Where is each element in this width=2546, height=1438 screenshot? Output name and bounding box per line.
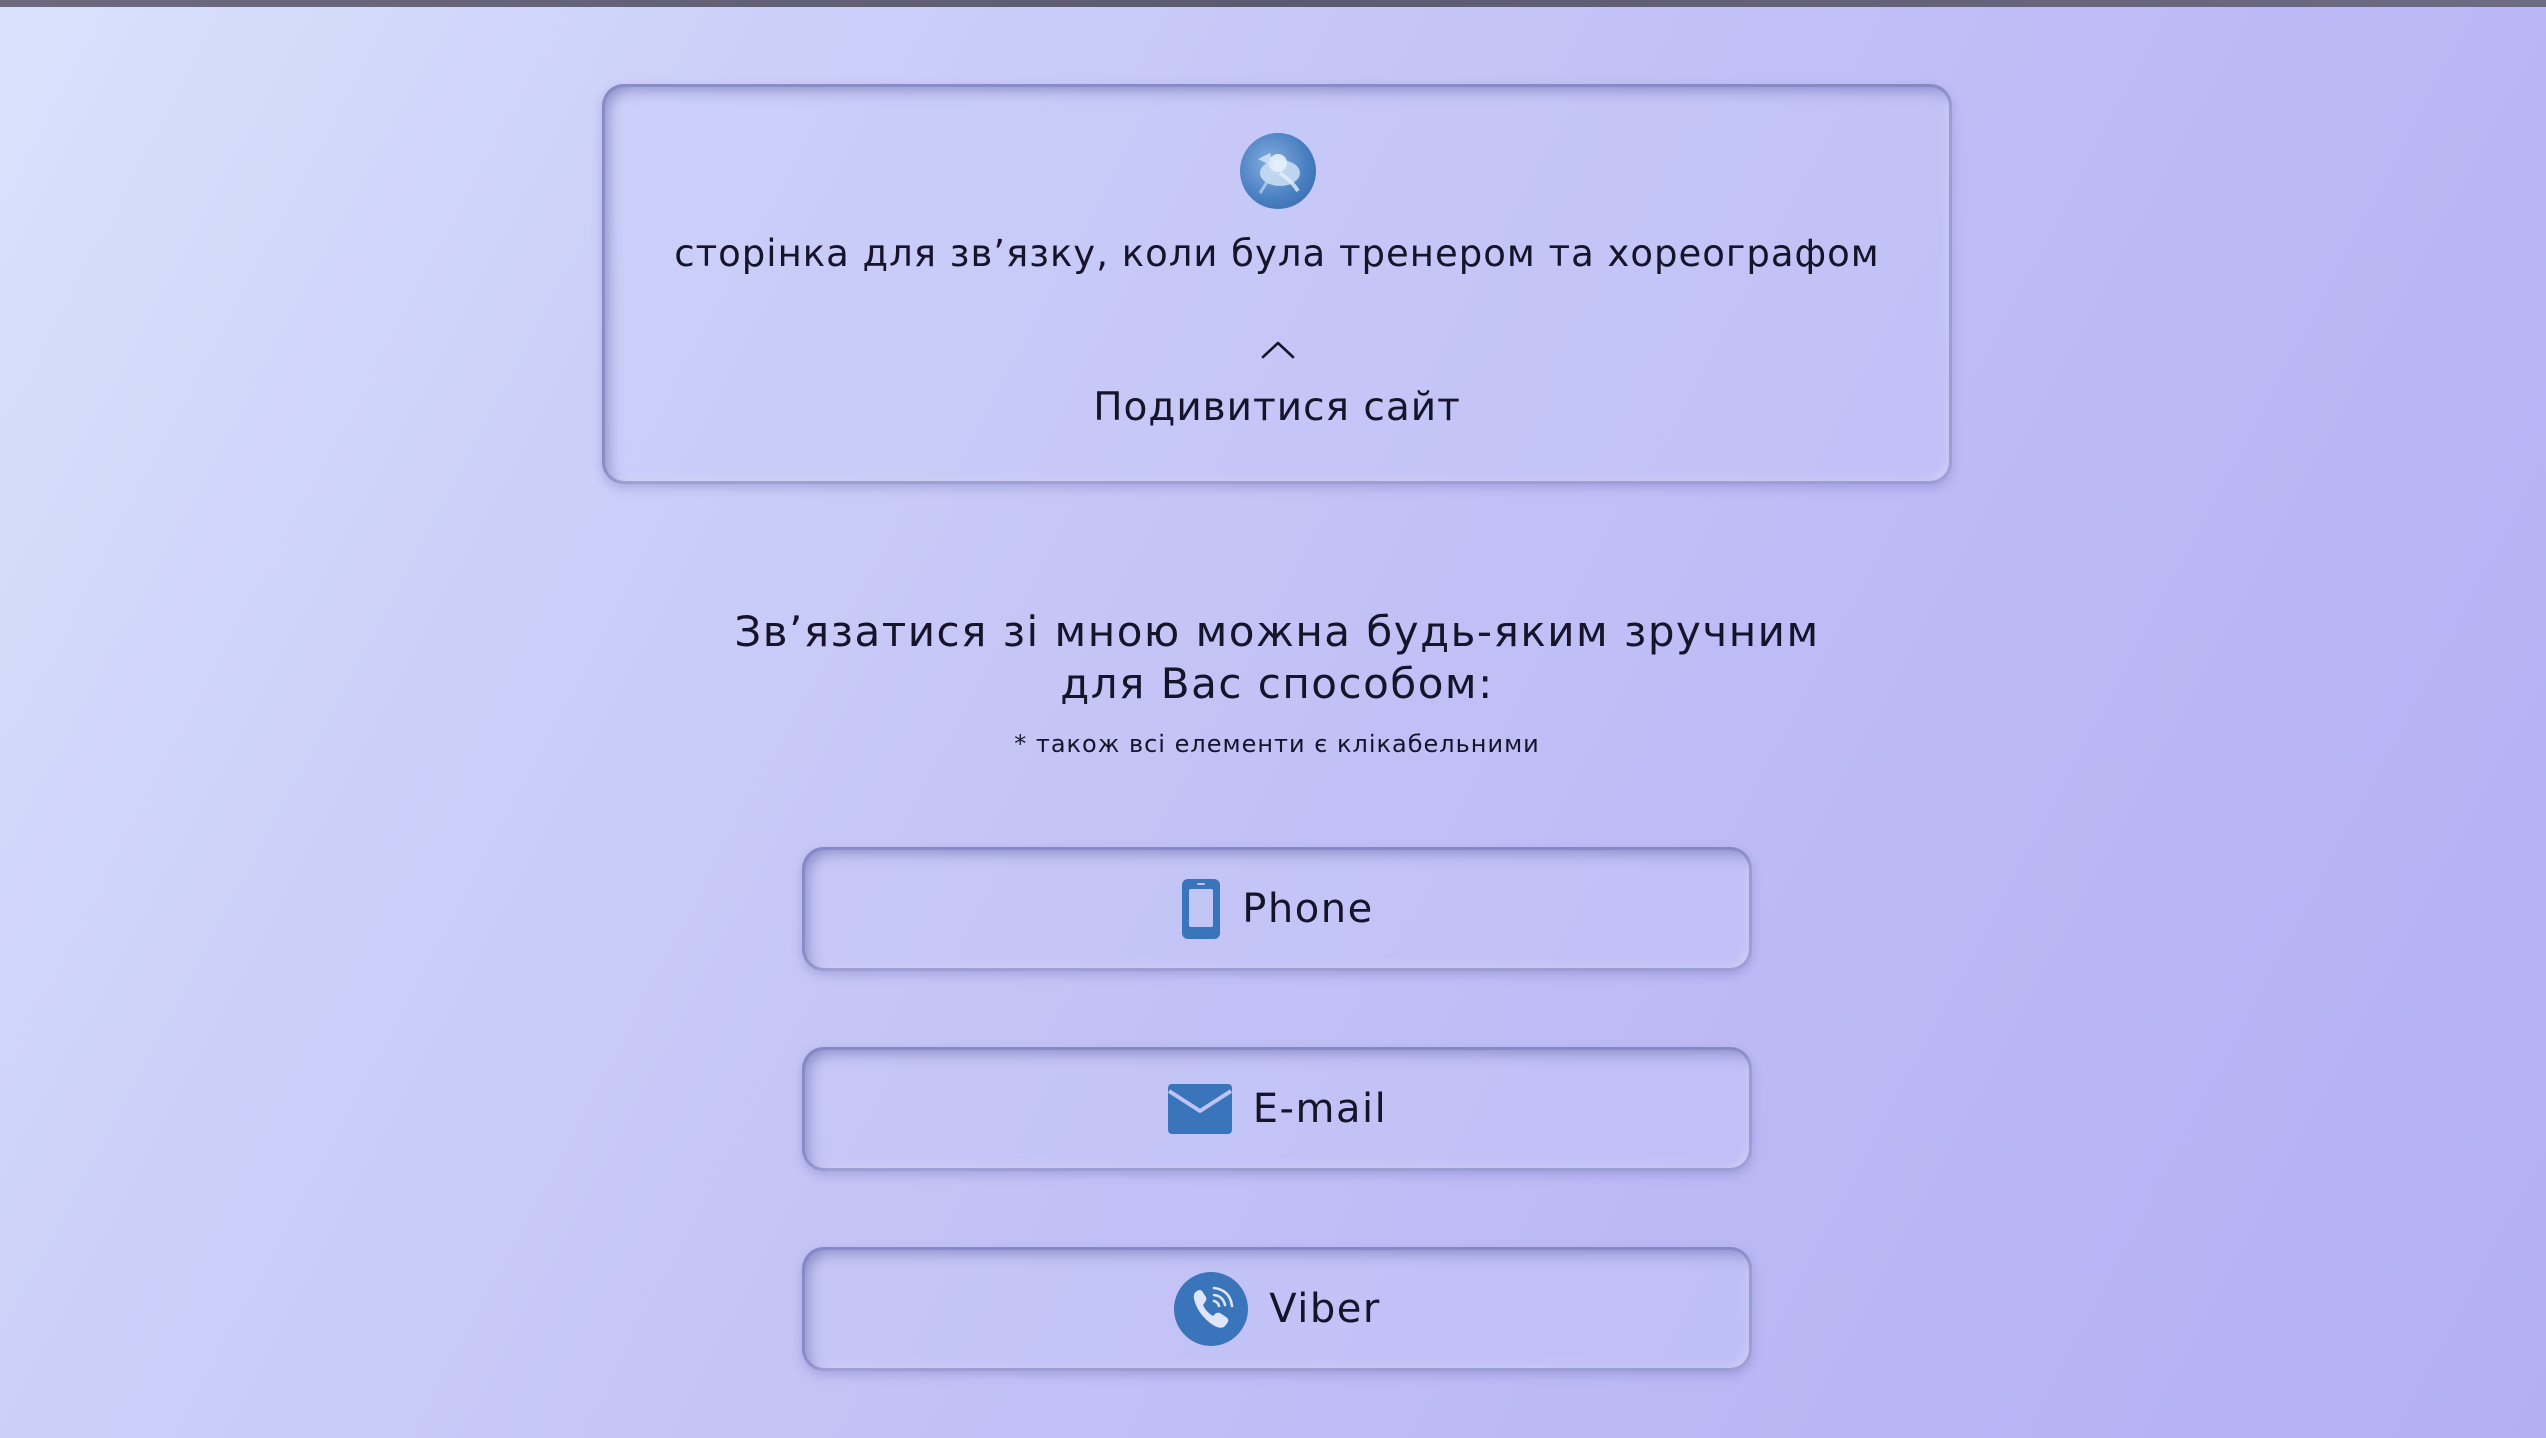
- viber-label: Viber: [1269, 1286, 1381, 1332]
- phone-button[interactable]: Phone: [802, 847, 1752, 971]
- contact-heading-text: Зв’язатися зі мною можна будь-яким зручн…: [734, 607, 1820, 708]
- clickable-note: * також всі елементи є клікабельними: [1014, 730, 1540, 758]
- email-button[interactable]: E-mail: [802, 1047, 1752, 1171]
- envelope-icon: [1167, 1083, 1233, 1135]
- chevron-up-icon[interactable]: [1260, 338, 1296, 360]
- top-strip: [0, 0, 2546, 7]
- viber-button[interactable]: Viber: [802, 1247, 1752, 1371]
- viber-icon: [1173, 1271, 1249, 1347]
- view-site-link[interactable]: Подивитися сайт: [602, 385, 1952, 430]
- website-caption: сторінка для зв’язку, коли була тренером…: [674, 232, 1880, 275]
- phone-icon: [1180, 877, 1222, 941]
- dancer-avatar-icon: [1240, 133, 1316, 209]
- contact-heading: Зв’язатися зі мною можна будь-яким зручн…: [602, 606, 1952, 710]
- phone-label: Phone: [1242, 886, 1374, 932]
- email-label: E-mail: [1252, 1086, 1388, 1132]
